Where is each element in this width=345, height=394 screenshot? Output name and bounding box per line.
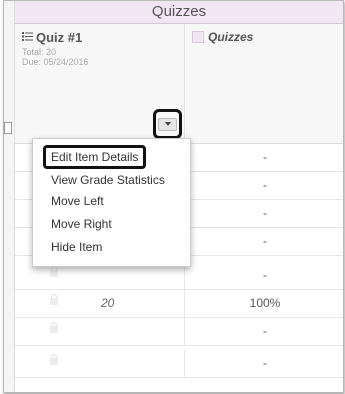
gradebook-panel: Quizzes Quiz #1 Total: 20 Due: 05/24/201… [3, 0, 344, 393]
category-header: Quizzes [15, 1, 343, 24]
category-cell: - [263, 206, 267, 220]
lock-icon [50, 322, 58, 333]
table-row: 20 100% [15, 290, 343, 318]
lock-icon [50, 354, 58, 365]
category-title-text: Quizzes [208, 30, 254, 44]
chevron-down-icon [164, 122, 171, 126]
row-selector-strip [4, 1, 15, 392]
score-value: 20 [101, 296, 115, 310]
list-icon [22, 30, 33, 45]
column-options-menu: Edit Item Details View Grade Statistics … [32, 138, 191, 267]
column-options-dropdown-button[interactable] [158, 117, 177, 131]
quiz-cell[interactable] [15, 350, 185, 377]
quiz-total-points: Total: 20 [22, 47, 57, 57]
category-cell: - [263, 268, 267, 282]
category-column-title: Quizzes [192, 30, 253, 44]
category-cell: - [263, 324, 267, 338]
category-cell: - [263, 150, 267, 164]
quiz-cell[interactable]: 20 [15, 290, 185, 317]
category-cell: - [263, 178, 267, 192]
menu-item-edit-item-details[interactable]: Edit Item Details [43, 145, 147, 169]
select-all-checkbox[interactable] [4, 122, 12, 134]
category-column-header[interactable]: Quizzes [185, 24, 343, 144]
category-cell: 100% [249, 296, 281, 310]
category-cell: - [263, 234, 267, 248]
category-cell: - [263, 356, 267, 370]
table-row: - [15, 350, 343, 378]
menu-item-move-right[interactable]: Move Right [51, 217, 112, 231]
column-options-highlight [153, 109, 182, 139]
table-row: - [15, 318, 343, 346]
quiz-cell[interactable] [15, 318, 185, 345]
lock-icon [50, 294, 58, 305]
menu-item-view-grade-statistics[interactable]: View Grade Statistics [51, 173, 165, 187]
category-color-swatch [192, 31, 204, 43]
quiz-column-title[interactable]: Quiz #1 [22, 30, 82, 45]
menu-item-move-left[interactable]: Move Left [51, 194, 104, 208]
quiz-due-date: Due: 05/24/2016 [22, 57, 89, 67]
quiz-title-text: Quiz #1 [36, 30, 83, 45]
lock-icon [50, 266, 58, 277]
menu-item-hide-item[interactable]: Hide Item [51, 240, 102, 254]
